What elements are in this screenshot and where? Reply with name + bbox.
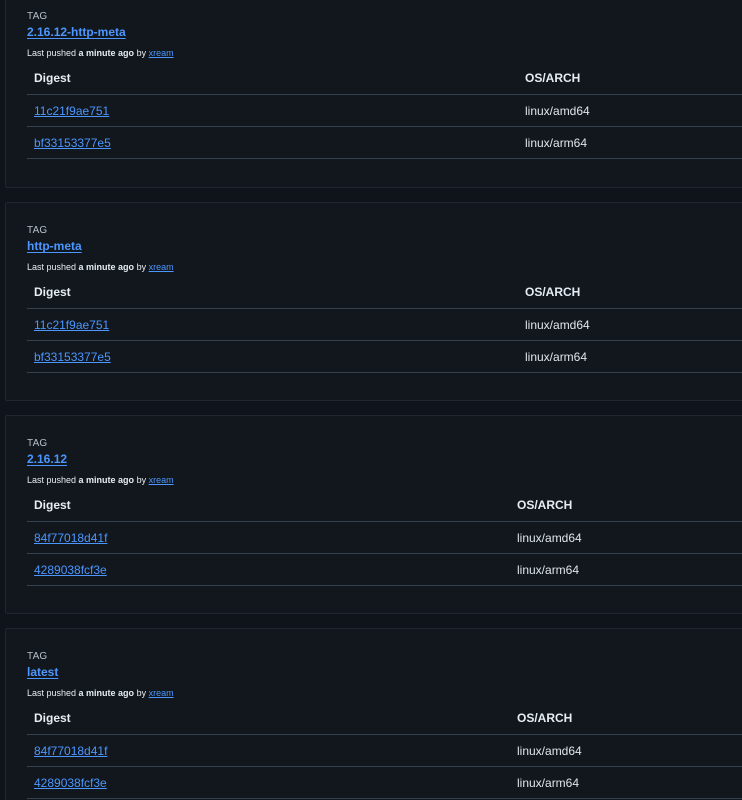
tag-label: TAG	[27, 651, 48, 662]
table-row: 84f77018d41f linux/amd64	[27, 522, 742, 554]
column-header-digest: Digest	[34, 498, 71, 512]
tag-list: TAG 2.16.12-http-meta Last pushed a minu…	[0, 0, 742, 800]
table-header: Digest OS/ARCH	[27, 488, 742, 522]
tag-label: TAG	[27, 438, 48, 449]
digest-link[interactable]: 11c21f9ae751	[34, 95, 109, 127]
pushed-time: a minute ago	[78, 48, 135, 58]
tag-name-link[interactable]: http-meta	[27, 239, 82, 253]
digest-table: Digest OS/ARCH 11c21f9ae751 linux/amd64 …	[27, 275, 742, 373]
digest-link[interactable]: 4289038fcf3e	[34, 554, 107, 586]
pushed-prefix: Last pushed	[27, 262, 79, 272]
os-arch-value: linux/amd64	[525, 104, 590, 118]
digest-link[interactable]: bf33153377e5	[34, 127, 111, 159]
os-arch-value: linux/amd64	[517, 531, 582, 545]
column-header-osarch: OS/ARCH	[525, 285, 581, 299]
last-pushed-info: Last pushed a minute ago by xream	[27, 48, 174, 58]
last-pushed-info: Last pushed a minute ago by xream	[27, 688, 174, 698]
tag-card: TAG latest Last pushed a minute ago by x…	[5, 628, 742, 800]
tag-name-link[interactable]: latest	[27, 665, 58, 679]
digest-table: Digest OS/ARCH 11c21f9ae751 linux/amd64 …	[27, 61, 742, 159]
tag-label: TAG	[27, 11, 48, 22]
digest-link[interactable]: bf33153377e5	[34, 341, 111, 373]
tag-name-link[interactable]: 2.16.12	[27, 452, 67, 466]
column-header-digest: Digest	[34, 711, 71, 725]
column-header-osarch: OS/ARCH	[517, 711, 573, 725]
table-row: 4289038fcf3e linux/arm64	[27, 554, 742, 586]
table-header: Digest OS/ARCH	[27, 275, 742, 309]
os-arch-value: linux/arm64	[525, 136, 588, 150]
os-arch-value: linux/arm64	[517, 776, 580, 790]
digest-link[interactable]: 11c21f9ae751	[34, 309, 109, 341]
pushed-by: by	[134, 262, 149, 272]
tag-card: TAG http-meta Last pushed a minute ago b…	[5, 202, 742, 401]
tag-card: TAG 2.16.12 Last pushed a minute ago by …	[5, 415, 742, 614]
pushed-prefix: Last pushed	[27, 48, 79, 58]
digest-table: Digest OS/ARCH 84f77018d41f linux/amd64 …	[27, 701, 742, 799]
table-row: 84f77018d41f linux/amd64	[27, 735, 742, 767]
tag-name-link[interactable]: 2.16.12-http-meta	[27, 25, 126, 39]
tag-card: TAG 2.16.12-http-meta Last pushed a minu…	[5, 0, 742, 188]
tag-label: TAG	[27, 225, 48, 236]
digest-link[interactable]: 84f77018d41f	[34, 735, 107, 767]
column-header-digest: Digest	[34, 285, 71, 299]
os-arch-value: linux/arm64	[517, 563, 580, 577]
digest-link[interactable]: 84f77018d41f	[34, 522, 107, 554]
table-header: Digest OS/ARCH	[27, 61, 742, 95]
pushed-prefix: Last pushed	[27, 688, 79, 698]
table-header: Digest OS/ARCH	[27, 701, 742, 735]
column-header-osarch: OS/ARCH	[525, 71, 581, 85]
table-row: 4289038fcf3e linux/arm64	[27, 767, 742, 799]
table-row: 11c21f9ae751 linux/amd64	[27, 95, 742, 127]
pushed-by: by	[134, 48, 149, 58]
user-link[interactable]: xream	[149, 262, 174, 272]
pushed-time: a minute ago	[78, 688, 135, 698]
table-row: bf33153377e5 linux/arm64	[27, 341, 742, 373]
os-arch-value: linux/amd64	[517, 744, 582, 758]
last-pushed-info: Last pushed a minute ago by xream	[27, 262, 174, 272]
pushed-time: a minute ago	[78, 475, 135, 485]
os-arch-value: linux/amd64	[525, 318, 590, 332]
pushed-by: by	[134, 688, 149, 698]
user-link[interactable]: xream	[149, 688, 174, 698]
column-header-digest: Digest	[34, 71, 71, 85]
column-header-osarch: OS/ARCH	[517, 498, 573, 512]
pushed-by: by	[134, 475, 149, 485]
pushed-prefix: Last pushed	[27, 475, 79, 485]
digest-table: Digest OS/ARCH 84f77018d41f linux/amd64 …	[27, 488, 742, 586]
last-pushed-info: Last pushed a minute ago by xream	[27, 475, 174, 485]
user-link[interactable]: xream	[149, 475, 174, 485]
pushed-time: a minute ago	[78, 262, 135, 272]
digest-link[interactable]: 4289038fcf3e	[34, 767, 107, 799]
table-row: 11c21f9ae751 linux/amd64	[27, 309, 742, 341]
os-arch-value: linux/arm64	[525, 350, 588, 364]
table-row: bf33153377e5 linux/arm64	[27, 127, 742, 159]
user-link[interactable]: xream	[149, 48, 174, 58]
